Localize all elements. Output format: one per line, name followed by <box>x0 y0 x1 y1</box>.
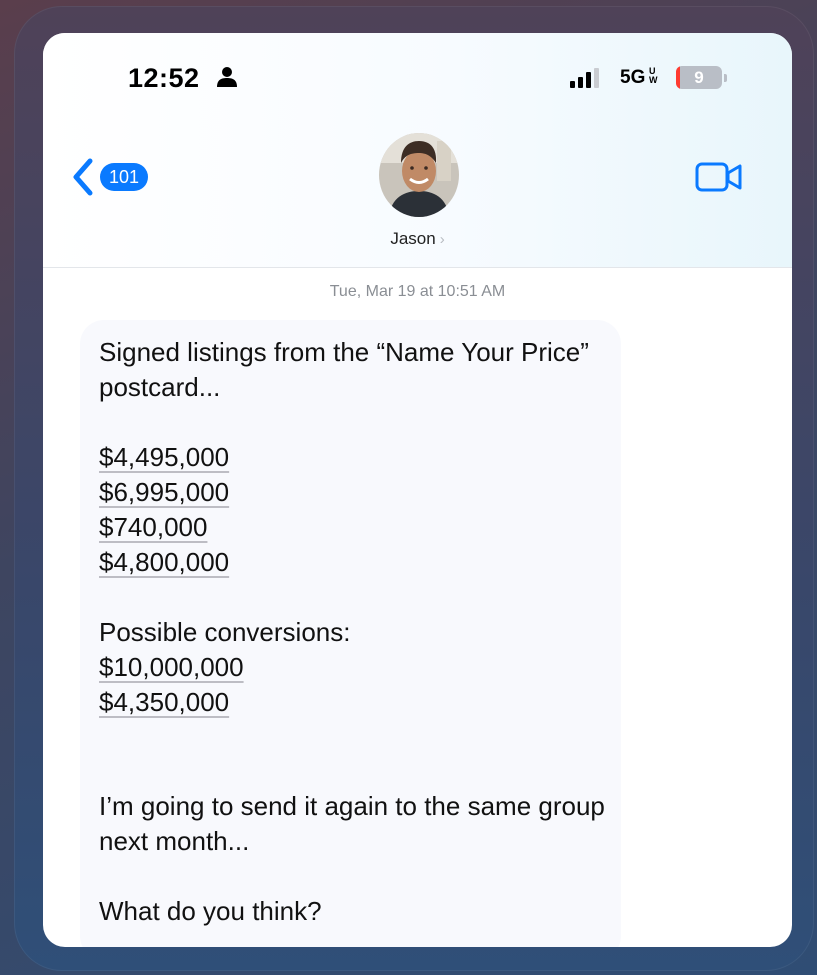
conversion-amount[interactable]: $10,000,000 <box>99 650 244 685</box>
back-chevron-icon[interactable] <box>70 157 96 197</box>
person-icon <box>217 67 237 87</box>
conversion-amount[interactable]: $4,350,000 <box>99 685 244 720</box>
conversation-header: 12:52 5G UW 9 101 Jason › <box>43 33 792 268</box>
network-subtype: UW <box>649 66 658 85</box>
unread-count-badge[interactable]: 101 <box>100 163 148 191</box>
battery-percent: 9 <box>694 68 704 87</box>
conversions-label: Possible conversions: <box>99 617 351 647</box>
video-call-icon[interactable] <box>695 161 745 193</box>
battery-icon: 9 <box>676 66 727 89</box>
listings-list: $4,495,000 $6,995,000 $740,000 $4,800,00… <box>99 440 229 580</box>
message-intro: Signed listings from the “Name Your Pric… <box>99 337 589 402</box>
listing-amount[interactable]: $6,995,000 <box>99 475 229 510</box>
contact-avatar[interactable] <box>379 133 459 217</box>
network-type: 5G <box>620 67 646 88</box>
contact-name[interactable]: Jason › <box>43 229 792 249</box>
contact-name-text: Jason <box>390 229 436 248</box>
message-followup: I’m going to send it again to the same g… <box>99 791 605 856</box>
message-question: What do you think? <box>99 896 322 926</box>
contact-chevron-icon: › <box>439 231 445 248</box>
listing-amount[interactable]: $4,800,000 <box>99 545 229 580</box>
listing-amount[interactable]: $4,495,000 <box>99 440 229 475</box>
status-time: 12:52 <box>128 63 200 93</box>
messages-screen: 12:52 5G UW 9 101 Jason › Tue, Mar 19 at… <box>43 33 792 947</box>
cellular-signal-icon <box>570 68 599 88</box>
listing-amount[interactable]: $740,000 <box>99 510 229 545</box>
conversions-list: $10,000,000 $4,350,000 <box>99 650 244 720</box>
message-timestamp: Tue, Mar 19 at 10:51 AM <box>329 283 506 300</box>
